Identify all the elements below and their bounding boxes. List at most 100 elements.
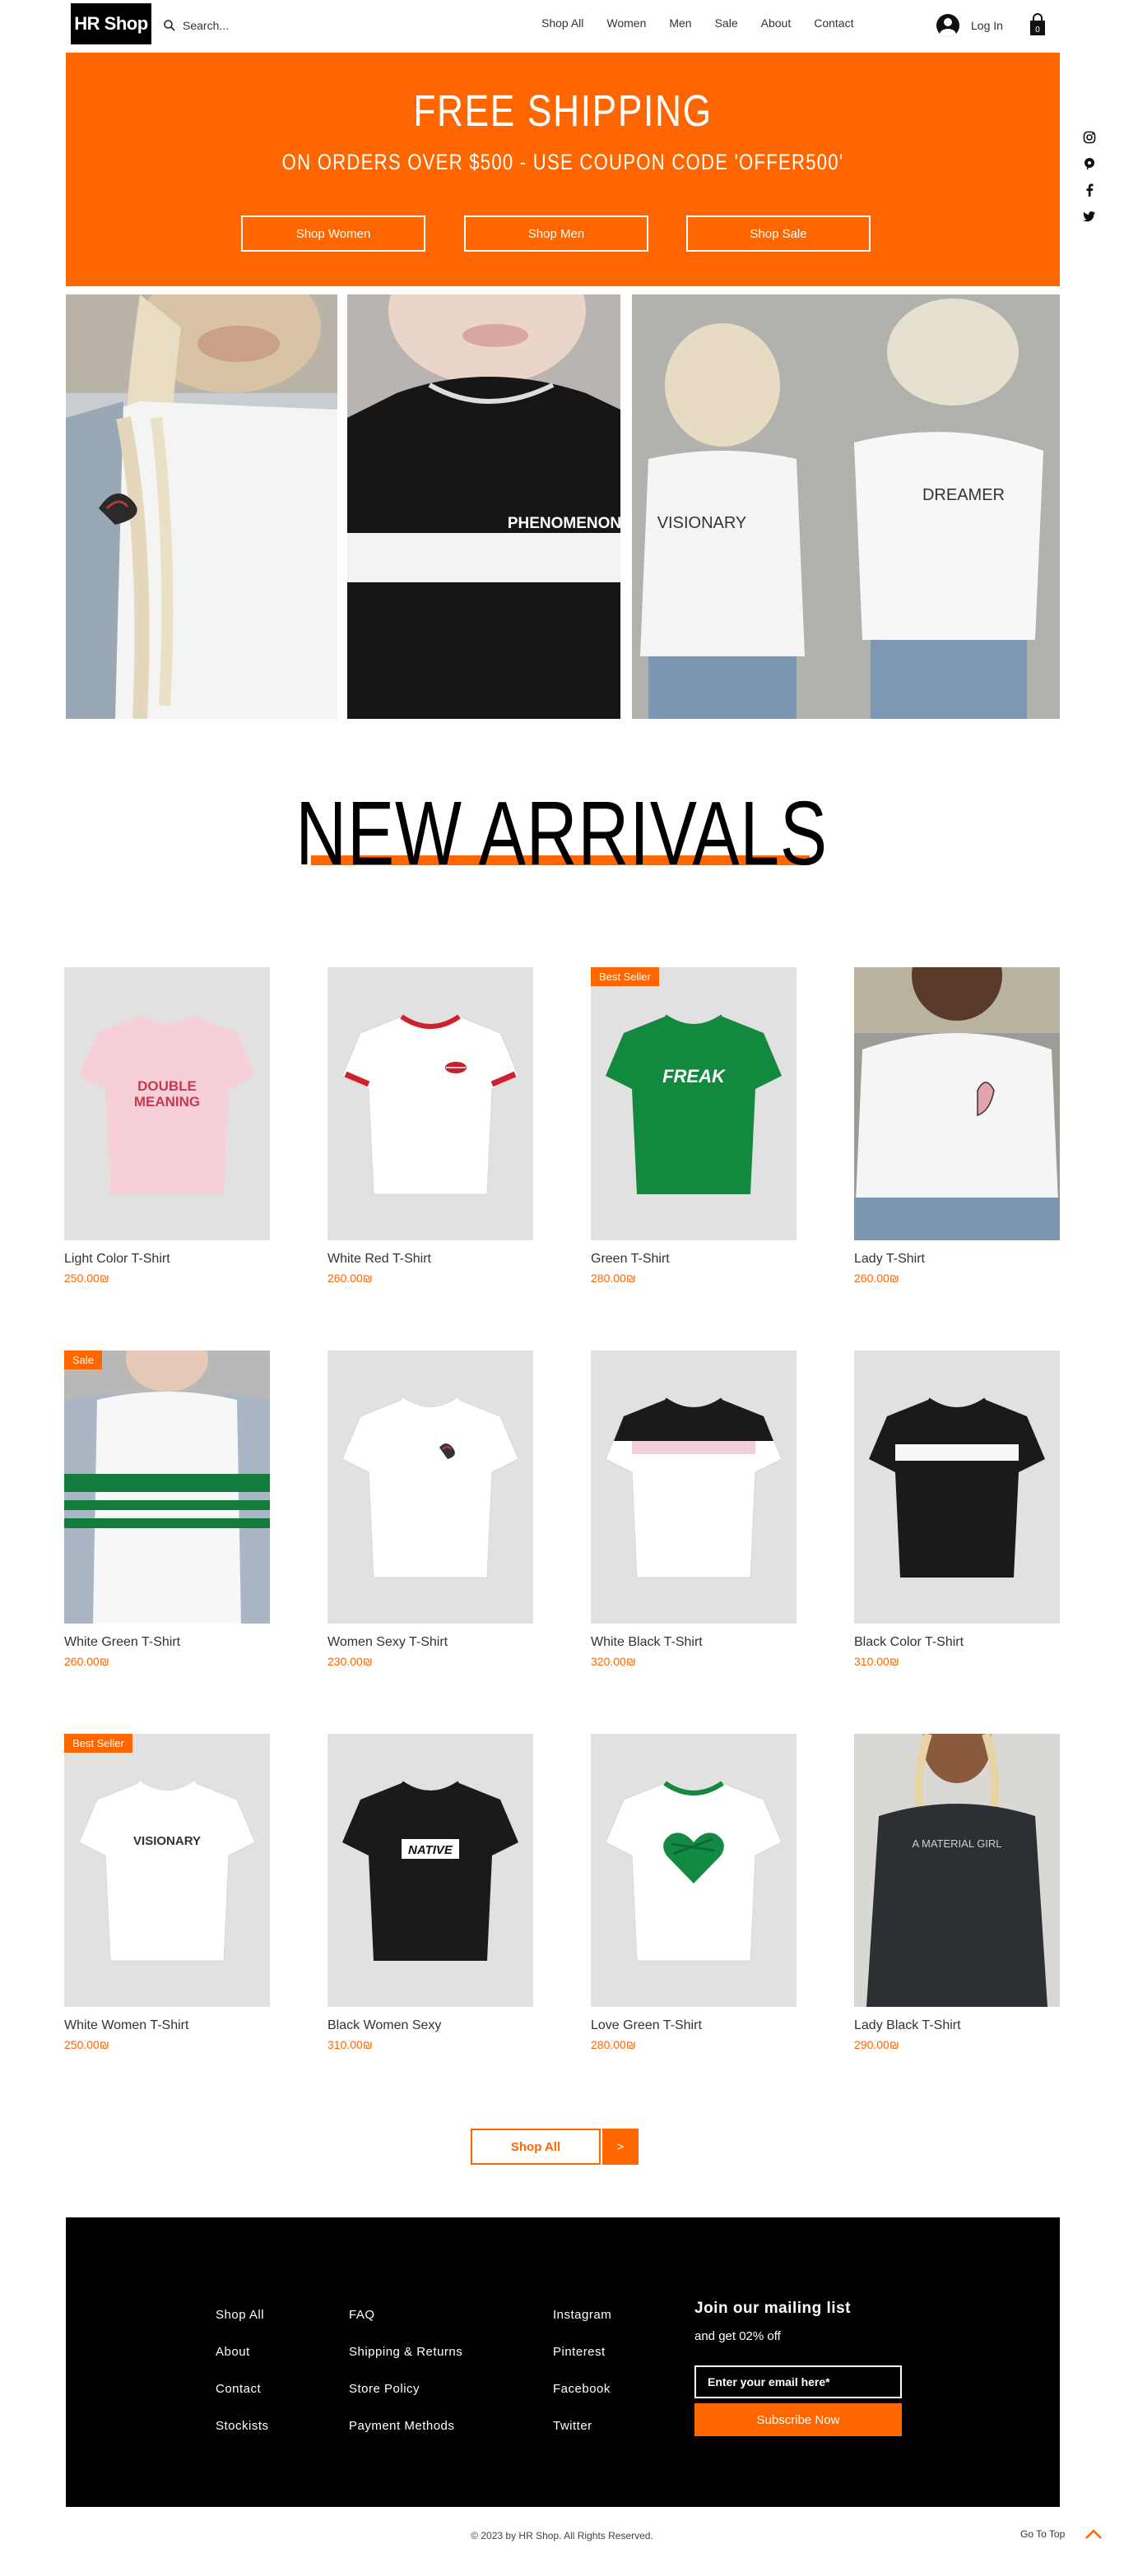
product-price: 250.00₪ — [64, 2038, 109, 2051]
shop-men-button[interactable]: Shop Men — [464, 215, 648, 252]
product-image[interactable] — [327, 1351, 533, 1624]
product-card[interactable]: Women Sexy T-Shirt 230.00₪ — [327, 1351, 533, 1668]
product-name[interactable]: Love Green T-Shirt — [591, 2018, 797, 2033]
login-button[interactable]: Log In — [936, 13, 1003, 38]
next-page-button[interactable]: > — [602, 2129, 639, 2165]
product-card[interactable]: White Red T-Shirt 260.00₪ — [327, 967, 533, 1285]
product-image[interactable]: A MATERIAL GIRL — [854, 1734, 1060, 2007]
nav-women[interactable]: Women — [606, 16, 646, 35]
product-price: 250.00₪ — [64, 1272, 109, 1285]
shop-sale-button[interactable]: Shop Sale — [686, 215, 871, 252]
search-bar[interactable] — [163, 15, 410, 36]
product-name[interactable]: Lady Black T-Shirt — [854, 2018, 1060, 2033]
chevron-up-icon[interactable] — [1085, 2528, 1103, 2540]
cart-button[interactable]: 0 — [1029, 13, 1047, 36]
product-name[interactable]: Lady T-Shirt — [854, 1252, 1060, 1267]
subscribe-button[interactable]: Subscribe Now — [694, 2403, 902, 2436]
product-name[interactable]: White Red T-Shirt — [327, 1252, 533, 1267]
footer-link-pinterest[interactable]: Pinterest — [553, 2345, 611, 2359]
product-card[interactable]: Sale White Green T-Shirt 260.00₪ — [64, 1351, 270, 1668]
go-to-top-button[interactable]: Go To Top — [1020, 2528, 1103, 2540]
product-name[interactable]: White Women T-Shirt — [64, 2018, 270, 2033]
product-name[interactable]: White Black T-Shirt — [591, 1635, 797, 1650]
footer-link-contact[interactable]: Contact — [216, 2382, 269, 2396]
instagram-icon[interactable] — [1082, 130, 1097, 145]
nav-about[interactable]: About — [761, 16, 792, 35]
facebook-icon[interactable] — [1082, 183, 1097, 197]
search-input[interactable] — [183, 19, 380, 32]
footer-column-help: FAQ Shipping & Returns Store Policy Paym… — [349, 2308, 462, 2433]
pinterest-icon[interactable] — [1082, 156, 1097, 171]
banner-subtitle: ON ORDERS OVER $500 - USE COUPON CODE 'O… — [281, 150, 844, 174]
product-badge: Sale — [64, 1351, 103, 1369]
twitter-icon[interactable] — [1082, 209, 1097, 224]
product-card[interactable]: White Black T-Shirt 320.00₪ — [591, 1351, 797, 1668]
product-card[interactable]: Lady T-Shirt 260.00₪ — [854, 967, 1060, 1285]
go-to-top-label[interactable]: Go To Top — [1020, 2528, 1065, 2540]
product-card[interactable]: DOUBLE MEANING Light Color T-Shirt 250.00₪ — [64, 967, 270, 1285]
footer-link-stockists[interactable]: Stockists — [216, 2419, 269, 2433]
product-badge: Best Seller — [64, 1734, 132, 1753]
nav-men[interactable]: Men — [669, 16, 691, 35]
site-footer: Shop All About Contact Stockists FAQ Shi… — [66, 2217, 1060, 2507]
footer-link-facebook[interactable]: Facebook — [553, 2382, 611, 2396]
product-card[interactable]: VISIONARY Best Seller White Women T-Shirt 2… — [64, 1734, 270, 2051]
nav-contact[interactable]: Contact — [814, 16, 853, 35]
mailing-list-title: Join our mailing list — [694, 2300, 851, 2317]
cart-icon[interactable]: 0 — [1029, 13, 1047, 36]
product-card[interactable]: Black Color T-Shirt 310.00₪ — [854, 1351, 1060, 1668]
product-name[interactable]: Light Color T-Shirt — [64, 1252, 270, 1267]
login-label[interactable]: Log In — [971, 19, 1003, 32]
product-price: 320.00₪ — [591, 1655, 636, 1668]
product-price: 280.00₪ — [591, 1272, 636, 1285]
product-image[interactable] — [854, 967, 1060, 1240]
footer-link-faq[interactable]: FAQ — [349, 2308, 462, 2322]
product-price: 230.00₪ — [327, 1655, 373, 1668]
product-card[interactable]: FREAK Best Seller Green T-Shirt 280.00₪ — [591, 967, 797, 1285]
product-card[interactable]: A MATERIAL GIRL Lady Black T-Shirt 290.00₪ — [854, 1734, 1060, 2051]
product-name[interactable]: Black Color T-Shirt — [854, 1635, 1060, 1650]
product-name[interactable]: Black Women Sexy — [327, 2018, 533, 2033]
product-card[interactable]: NATIVE Black Women Sexy 310.00₪ — [327, 1734, 533, 2051]
svg-text:VISIONARY: VISIONARY — [133, 1834, 201, 1848]
product-image[interactable]: Sale — [64, 1351, 270, 1624]
search-icon[interactable] — [163, 19, 176, 32]
copyright-text: © 2023 by HR Shop. All Rights Reserved. — [471, 2530, 653, 2541]
footer-link-shop-all[interactable]: Shop All — [216, 2308, 269, 2322]
product-image[interactable]: FREAK Best Seller — [591, 967, 797, 1240]
banner-title: FREE SHIPPING — [413, 86, 713, 136]
footer-link-payment-methods[interactable]: Payment Methods — [349, 2419, 462, 2433]
shop-all-button[interactable]: Shop All — [471, 2129, 601, 2165]
product-image[interactable] — [327, 967, 533, 1240]
footer-link-shipping-returns[interactable]: Shipping & Returns — [349, 2345, 462, 2359]
footer-column-social: Instagram Pinterest Facebook Twitter — [553, 2308, 611, 2433]
product-price: 310.00₪ — [854, 1655, 899, 1668]
avatar-icon[interactable] — [936, 14, 959, 37]
product-name[interactable]: Green T-Shirt — [591, 1252, 797, 1267]
product-image[interactable]: NATIVE — [327, 1734, 533, 2007]
product-name[interactable]: Women Sexy T-Shirt — [327, 1635, 533, 1650]
product-image[interactable]: DOUBLE MEANING — [64, 967, 270, 1240]
footer-link-twitter[interactable]: Twitter — [553, 2419, 611, 2433]
product-image[interactable] — [854, 1351, 1060, 1624]
footer-link-about[interactable]: About — [216, 2345, 269, 2359]
product-card[interactable]: Love Green T-Shirt 280.00₪ — [591, 1734, 797, 2051]
hero-shirt-text-visionary: VISIONARY — [657, 514, 747, 532]
shop-women-button[interactable]: Shop Women — [241, 215, 425, 252]
footer-column-shop: Shop All About Contact Stockists — [216, 2308, 269, 2433]
site-logo[interactable]: HR Shop — [71, 3, 151, 44]
product-image[interactable] — [591, 1734, 797, 2007]
product-name[interactable]: White Green T-Shirt — [64, 1635, 270, 1650]
product-badge: Best Seller — [591, 967, 659, 986]
product-image[interactable]: VISIONARY Best Seller — [64, 1734, 270, 2007]
email-field[interactable] — [694, 2365, 902, 2398]
product-price: 260.00₪ — [327, 1272, 373, 1285]
nav-sale[interactable]: Sale — [715, 16, 738, 35]
product-price: 260.00₪ — [854, 1272, 899, 1285]
product-image[interactable] — [591, 1351, 797, 1624]
footer-link-instagram[interactable]: Instagram — [553, 2308, 611, 2322]
nav-shop-all[interactable]: Shop All — [541, 16, 583, 35]
main-nav: Shop All Women Men Sale About Contact — [541, 16, 853, 35]
footer-link-store-policy[interactable]: Store Policy — [349, 2382, 462, 2396]
hero-shirt-text-dreamer: DREAMER — [922, 486, 1005, 504]
